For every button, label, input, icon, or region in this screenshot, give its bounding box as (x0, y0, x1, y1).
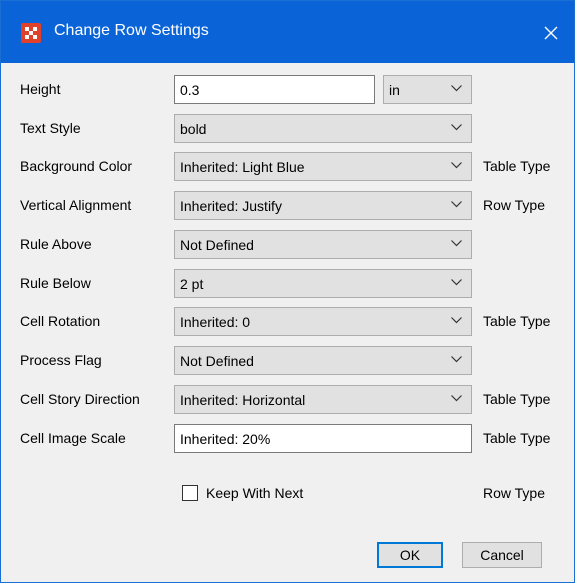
grid-app-icon (21, 23, 41, 43)
keep-with-next-label: Keep With Next (206, 485, 304, 501)
dialog-title: Change Row Settings (54, 22, 209, 39)
chevron-down-icon (451, 395, 462, 402)
rule-below-value: 2 pt (180, 276, 204, 292)
vertical-alignment-scope: Row Type (483, 197, 545, 213)
ok-button[interactable]: OK (377, 542, 443, 568)
cell-image-scale-field[interactable] (174, 424, 472, 453)
height-label: Height (20, 81, 61, 97)
process-flag-label: Process Flag (20, 352, 102, 368)
rule-above-select[interactable]: Not Defined (174, 230, 472, 259)
text-style-label: Text Style (20, 120, 81, 136)
rule-above-label: Rule Above (20, 236, 92, 252)
close-icon (544, 26, 558, 40)
height-unit-select[interactable]: in (383, 75, 472, 104)
chevron-down-icon (451, 356, 462, 363)
height-input[interactable] (175, 76, 374, 103)
cancel-button[interactable]: Cancel (462, 542, 542, 568)
vertical-alignment-select[interactable]: Inherited: Justify (174, 191, 472, 220)
process-flag-value: Not Defined (180, 353, 254, 369)
chevron-down-icon (451, 317, 462, 324)
height-unit-value: in (389, 82, 400, 98)
background-color-scope: Table Type (483, 158, 551, 174)
keep-with-next-scope: Row Type (483, 485, 545, 501)
cell-rotation-scope: Table Type (483, 313, 551, 329)
chevron-down-icon (451, 162, 462, 169)
cell-story-direction-value: Inherited: Horizontal (180, 392, 306, 408)
cell-image-scale-input[interactable] (175, 425, 471, 452)
vertical-alignment-label: Vertical Alignment (20, 197, 132, 213)
cell-rotation-select[interactable]: Inherited: 0 (174, 307, 472, 336)
cell-image-scale-scope: Table Type (483, 430, 551, 446)
chevron-down-icon (451, 240, 462, 247)
title-bar: Change Row Settings (1, 1, 574, 63)
rule-above-value: Not Defined (180, 237, 254, 253)
keep-with-next-checkbox[interactable] (182, 485, 198, 501)
cell-rotation-label: Cell Rotation (20, 313, 101, 329)
rule-below-select[interactable]: 2 pt (174, 269, 472, 298)
text-style-select[interactable]: bold (174, 114, 472, 143)
cell-story-direction-label: Cell Story Direction (20, 391, 140, 407)
dialog-content: Height in Text Style bold Background Col… (1, 63, 574, 582)
cell-rotation-value: Inherited: 0 (180, 314, 251, 330)
background-color-select[interactable]: Inherited: Light Blue (174, 152, 472, 181)
background-color-value: Inherited: Light Blue (180, 159, 305, 175)
dialog-window: Change Row Settings Height in Text Style… (0, 0, 575, 583)
close-button[interactable] (528, 11, 574, 55)
chevron-down-icon (451, 124, 462, 131)
vertical-alignment-value: Inherited: Justify (180, 198, 282, 214)
text-style-value: bold (180, 121, 207, 137)
rule-below-label: Rule Below (20, 275, 91, 291)
process-flag-select[interactable]: Not Defined (174, 346, 472, 375)
chevron-down-icon (451, 279, 462, 286)
cell-story-direction-select[interactable]: Inherited: Horizontal (174, 385, 472, 414)
cell-image-scale-label: Cell Image Scale (20, 430, 126, 446)
background-color-label: Background Color (20, 158, 133, 174)
chevron-down-icon (451, 85, 462, 92)
height-field[interactable] (174, 75, 375, 104)
chevron-down-icon (451, 201, 462, 208)
cell-story-direction-scope: Table Type (483, 391, 551, 407)
